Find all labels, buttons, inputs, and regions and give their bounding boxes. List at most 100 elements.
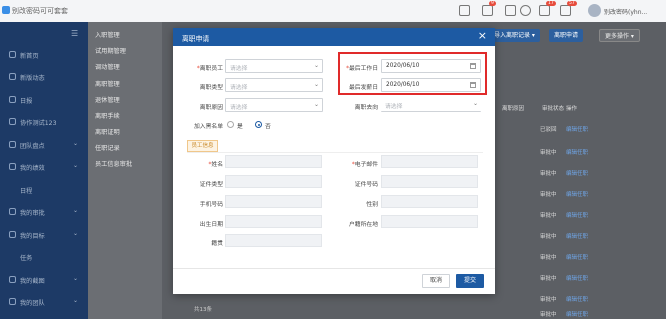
- search-icon[interactable]: [520, 5, 531, 16]
- mail-icon[interactable]: 9: [482, 1, 496, 16]
- row-edit-link[interactable]: 编辑任职: [566, 169, 588, 177]
- column-header-reason: 离职原因: [502, 106, 525, 112]
- app-logo: [2, 6, 10, 14]
- row-status: 审批中: [540, 312, 557, 318]
- app-title: 别改密码可可套套: [12, 7, 68, 15]
- blacklist-no-label[interactable]: 否: [265, 121, 271, 130]
- blacklist-yes-radio[interactable]: [227, 121, 234, 128]
- sidebar-item-screenshots[interactable]: 我的截图 ⌄: [0, 272, 88, 288]
- chevron-down-icon: ⌄: [73, 207, 79, 214]
- name-label: *姓名: [208, 162, 223, 168]
- id-number-field[interactable]: [381, 175, 478, 188]
- blacklist-yes-label[interactable]: 是: [237, 121, 243, 130]
- row-status: 审批中: [540, 213, 557, 219]
- row-edit-link[interactable]: 编辑任职: [566, 190, 588, 198]
- top-bar: 别改密码可可套套 9 17 57 别改密码(yhn...: [0, 0, 666, 22]
- sidebar-item-approval[interactable]: 我的审批 ⌄: [0, 204, 88, 220]
- employee-select[interactable]: 请选择 ⌄: [225, 59, 323, 73]
- domicile-label: 户籍所在地: [349, 222, 378, 228]
- employee-label: *离职员工: [196, 66, 223, 72]
- subnav-item-retirement[interactable]: 退休管理: [95, 95, 120, 104]
- subnav-item-resign-cert[interactable]: 离职证明: [95, 127, 120, 136]
- chevron-down-icon: ⌄: [313, 81, 319, 88]
- gender-field[interactable]: [381, 195, 478, 208]
- sidebar-item-schedule[interactable]: 日程: [0, 182, 88, 198]
- cancel-button[interactable]: 取消: [422, 274, 450, 288]
- section-employee-info: 员工信息: [187, 140, 218, 152]
- phone-field[interactable]: [225, 195, 322, 208]
- contacts-icon[interactable]: [459, 5, 470, 16]
- close-icon[interactable]: ×: [478, 30, 487, 42]
- pagination-total: 共13条: [194, 307, 212, 313]
- screenshot-icon: [9, 276, 16, 283]
- row-status: 审批中: [540, 297, 557, 303]
- chevron-down-icon: ⌄: [73, 297, 79, 304]
- calendar-icon[interactable]: [505, 5, 516, 16]
- sidebar-item-goals[interactable]: 我的目标 ⌄: [0, 227, 88, 243]
- notification-icon[interactable]: 57: [560, 1, 577, 16]
- row-edit-link[interactable]: 编辑任职: [566, 274, 588, 282]
- subnav-item-resignation[interactable]: 离职管理: [95, 79, 120, 88]
- sidebar-item-tasks[interactable]: 任务: [0, 249, 88, 265]
- row-status: 审批中: [540, 171, 557, 177]
- native-place-field[interactable]: [225, 234, 322, 247]
- sidebar-item-performance[interactable]: 我的绩效 ⌄: [0, 159, 88, 175]
- subnav-item-info-approval[interactable]: 员工信息审批: [95, 159, 132, 168]
- row-edit-link[interactable]: 编辑任职: [566, 295, 588, 303]
- team-icon: [9, 141, 16, 148]
- my-team-icon: [9, 298, 16, 305]
- username[interactable]: 别改密码(yhn...: [604, 7, 647, 16]
- subnav-item-probation[interactable]: 试用期管理: [95, 46, 126, 55]
- column-header-operation: 操作: [566, 106, 578, 112]
- birthday-field[interactable]: [225, 215, 322, 228]
- chevron-down-icon: ⌄: [73, 230, 79, 237]
- row-edit-link[interactable]: 编辑任职: [566, 148, 588, 156]
- row-edit-link[interactable]: 编辑任职: [566, 125, 588, 133]
- birthday-label: 出生日期: [199, 222, 223, 228]
- feed-icon: [9, 73, 16, 80]
- sidebar-item-home[interactable]: 新首页: [0, 47, 88, 63]
- menu-toggle-icon[interactable]: ☰: [71, 29, 78, 38]
- chevron-down-icon: ⌄: [73, 275, 79, 282]
- notification-badge: 57: [567, 1, 577, 6]
- subnav-item-job-records[interactable]: 任职记录: [95, 143, 120, 152]
- more-actions-button[interactable]: 更多操作 ▾: [599, 29, 640, 42]
- reason-select[interactable]: 请选择 ⌄: [225, 98, 323, 112]
- type-select[interactable]: 请选择 ⌄: [225, 78, 323, 92]
- submit-button[interactable]: 提交: [456, 274, 484, 288]
- native-place-label: 籍贯: [211, 241, 223, 247]
- phone-label: 手机号码: [199, 202, 223, 208]
- performance-icon: [9, 163, 16, 170]
- row-status: 审批中: [540, 234, 557, 240]
- import-button[interactable]: 导入离职记录 ▾: [489, 29, 540, 42]
- email-field[interactable]: [381, 155, 478, 168]
- row-status: 审批中: [540, 150, 557, 156]
- subnav-item-onboarding[interactable]: 入职管理: [95, 30, 120, 39]
- id-type-label: 证件类型: [199, 182, 223, 188]
- sidebar-item-collab[interactable]: 协作测试123: [0, 114, 88, 130]
- sidebar-item-daily[interactable]: 日报: [0, 92, 88, 108]
- avatar[interactable]: [588, 4, 601, 17]
- subnav-item-resign-procedure[interactable]: 离职手续: [95, 111, 120, 120]
- apply-resignation-button[interactable]: 离职申请: [549, 29, 584, 42]
- approval-icon: [9, 208, 16, 215]
- blacklist-no-radio[interactable]: [255, 121, 262, 128]
- name-field[interactable]: [225, 155, 322, 168]
- domicile-field[interactable]: [381, 215, 478, 228]
- id-type-field[interactable]: [225, 175, 322, 188]
- message-icon[interactable]: 17: [539, 1, 556, 16]
- row-edit-link[interactable]: 编辑任职: [566, 232, 588, 240]
- row-edit-link[interactable]: 编辑任职: [566, 253, 588, 261]
- subnav-item-transfer[interactable]: 调动管理: [95, 62, 120, 71]
- chevron-down-icon: ⌄: [313, 62, 319, 69]
- sidebar-item-my-team[interactable]: 我的团队 ⌄: [0, 294, 88, 310]
- modal-header: 离职申请 ×: [173, 28, 495, 46]
- message-badge: 17: [546, 1, 556, 6]
- gender-label: 性别: [366, 202, 378, 208]
- destination-select[interactable]: 请选择 ⌄: [381, 98, 481, 112]
- row-edit-link[interactable]: 编辑任职: [566, 310, 588, 318]
- sidebar-item-team-inventory[interactable]: 团队盘点 ⌄: [0, 137, 88, 153]
- row-edit-link[interactable]: 编辑任职: [566, 211, 588, 219]
- sidebar-item-feed[interactable]: 新版动态: [0, 69, 88, 85]
- goal-icon: [9, 231, 16, 238]
